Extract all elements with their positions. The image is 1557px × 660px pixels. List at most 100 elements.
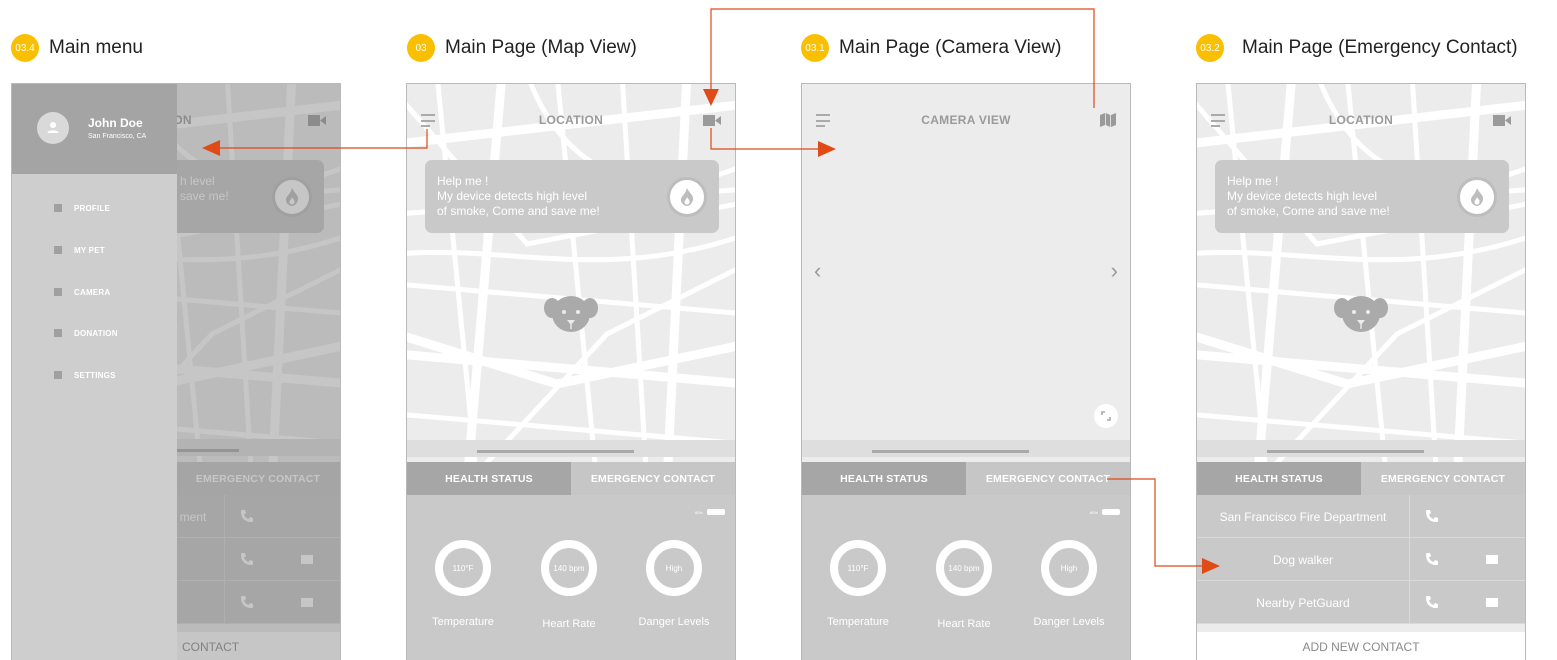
step-badge: 03 [407,34,435,62]
phone-icon[interactable] [1425,552,1439,566]
map-icon[interactable] [1100,113,1116,127]
screen-label-map: 03 Main Page (Map View) [407,34,637,62]
alert-card: Help me ! My device detects high level o… [425,160,719,233]
screen-title: LOCATION [1328,113,1394,127]
alert-text: Help me ! My device detects high level o… [437,174,600,218]
health-panel: 80% 110°F 140 bpm High Temperature Heart… [407,495,735,660]
screen-title: LOCATION [538,113,604,127]
menu-item-donation[interactable]: DONATION [54,327,118,339]
temperature-gauge[interactable]: 110°F [435,540,491,596]
top-bar: CAMERA VIEW [802,84,1130,156]
fullscreen-button[interactable] [1094,404,1118,428]
danger-level-gauge[interactable]: High [646,540,702,596]
square-bullet-icon [54,288,62,296]
contact-name: San Francisco Fire Department [1197,495,1410,538]
square-bullet-icon [54,329,62,337]
video-camera-icon[interactable] [703,115,721,126]
side-drawer: John Doe San Francisco, CA PROFILE MY PE… [12,84,177,660]
chevron-left-icon[interactable]: ‹ [814,258,821,284]
battery-percent: 80% [694,510,703,515]
health-panel: 80% 110°F 140 bpm High Temperature Heart… [802,495,1130,660]
drag-strip[interactable] [1197,440,1525,457]
drag-strip[interactable] [407,440,735,457]
step-badge: 03.4 [11,34,39,62]
screen-title-label: Main Page (Camera View) [839,37,1062,58]
drag-handle[interactable] [872,450,1029,453]
tab-emergency-contact[interactable]: EMERGENCY CONTACT [966,462,1130,495]
heart-rate-gauge[interactable]: 140 bpm [541,540,597,596]
tab-health-status[interactable]: HEALTH STATUS [407,462,571,495]
screen-label-camera: 03.1 Main Page (Camera View) [801,34,1061,62]
screen-title-label: Main menu [49,37,143,58]
top-bar: LOCATION [407,84,735,156]
square-bullet-icon [54,371,62,379]
top-bar: LOCATION [1197,84,1525,156]
add-contact-button[interactable]: ADD NEW CONTACT [1197,632,1525,660]
avatar[interactable] [37,112,69,144]
chevron-right-icon[interactable]: › [1111,258,1118,284]
tab-bar: HEALTH STATUS EMERGENCY CONTACT [407,462,735,495]
phone-icon[interactable] [1425,509,1439,523]
video-camera-icon[interactable] [1493,115,1511,126]
drawer-header: John Doe San Francisco, CA [12,84,177,174]
tab-bar: HEALTH STATUS EMERGENCY CONTACT [1197,462,1525,495]
drag-handle[interactable] [1267,450,1424,453]
map-screen: LOCATION Help me ! My device detects hig… [406,83,736,660]
screen-title-label: Main Page (Emergency Contact) [1242,37,1518,58]
user-icon [47,122,59,133]
tab-health-status[interactable]: HEALTH STATUS [1197,462,1361,495]
tab-health-status[interactable]: HEALTH STATUS [802,462,966,495]
square-bullet-icon [54,246,62,254]
contact-row[interactable]: Dog walker [1197,538,1525,581]
contact-name: Dog walker [1197,538,1410,581]
user-name: John Doe [88,116,143,130]
menu-item-settings[interactable]: SETTINGS [54,369,116,381]
step-badge: 03.2 [1196,34,1224,62]
temperature-gauge[interactable]: 110°F [830,540,886,596]
battery-percent: 80% [1089,510,1098,515]
menu-item-my-pet[interactable]: MY PET [54,244,105,256]
fire-button[interactable] [667,177,707,217]
contact-name: Nearby PetGuard [1197,581,1410,624]
gauge-label: Temperature [432,616,494,628]
tab-emergency-contact[interactable]: EMERGENCY CONTACT [1361,462,1525,495]
flame-icon [1471,188,1484,206]
tab-emergency-contact[interactable]: EMERGENCY CONTACT [571,462,735,495]
step-badge: 03.1 [801,34,829,62]
alert-text: Help me ! My device detects high level o… [1227,174,1390,218]
mail-icon[interactable] [1486,555,1498,564]
alert-card: Help me ! My device detects high level o… [1215,160,1509,233]
battery-icon [707,509,725,515]
drag-handle[interactable] [477,450,634,453]
expand-icon [1101,411,1111,421]
camera-screen: CAMERA VIEW ‹ › HEALTH STATUS EMERGENCY … [801,83,1131,660]
screen-title: CAMERA VIEW [921,113,1011,127]
phone-icon[interactable] [1425,595,1439,609]
screen-title-label: Main Page (Map View) [445,37,637,58]
contact-row[interactable]: San Francisco Fire Department [1197,495,1525,538]
heart-rate-gauge[interactable]: 140 bpm [936,540,992,596]
battery-icon [1102,509,1120,515]
pet-dog-icon[interactable] [1334,294,1388,334]
menu-screen: TION h levelsave me! EMERGENCY CONTACT m… [11,83,341,660]
mail-icon[interactable] [1486,598,1498,607]
gauge-label: Heart Rate [937,618,991,630]
contact-row[interactable]: Nearby PetGuard [1197,581,1525,624]
menu-item-profile[interactable]: PROFILE [54,202,110,214]
drag-strip[interactable] [802,440,1130,457]
gauge-label: Temperature [827,616,889,628]
gauge-label: Heart Rate [542,618,596,630]
fire-button[interactable] [1457,177,1497,217]
menu-item-camera[interactable]: CAMERA [54,286,110,298]
user-location: San Francisco, CA [88,133,147,140]
danger-level-gauge[interactable]: High [1041,540,1097,596]
square-bullet-icon [54,204,62,212]
flame-icon [681,188,694,206]
contact-screen: LOCATION Help me ! My device detects hig… [1196,83,1526,660]
screen-label-contact: 03.2 Main Page (Emergency Contact) [1196,34,1518,62]
screen-label-menu: 03.4 Main menu [11,34,143,62]
gauge-label: Danger Levels [1033,616,1105,628]
tab-bar: HEALTH STATUS EMERGENCY CONTACT [802,462,1130,495]
pet-dog-icon[interactable] [544,294,598,334]
gauge-label: Danger Levels [638,616,710,628]
